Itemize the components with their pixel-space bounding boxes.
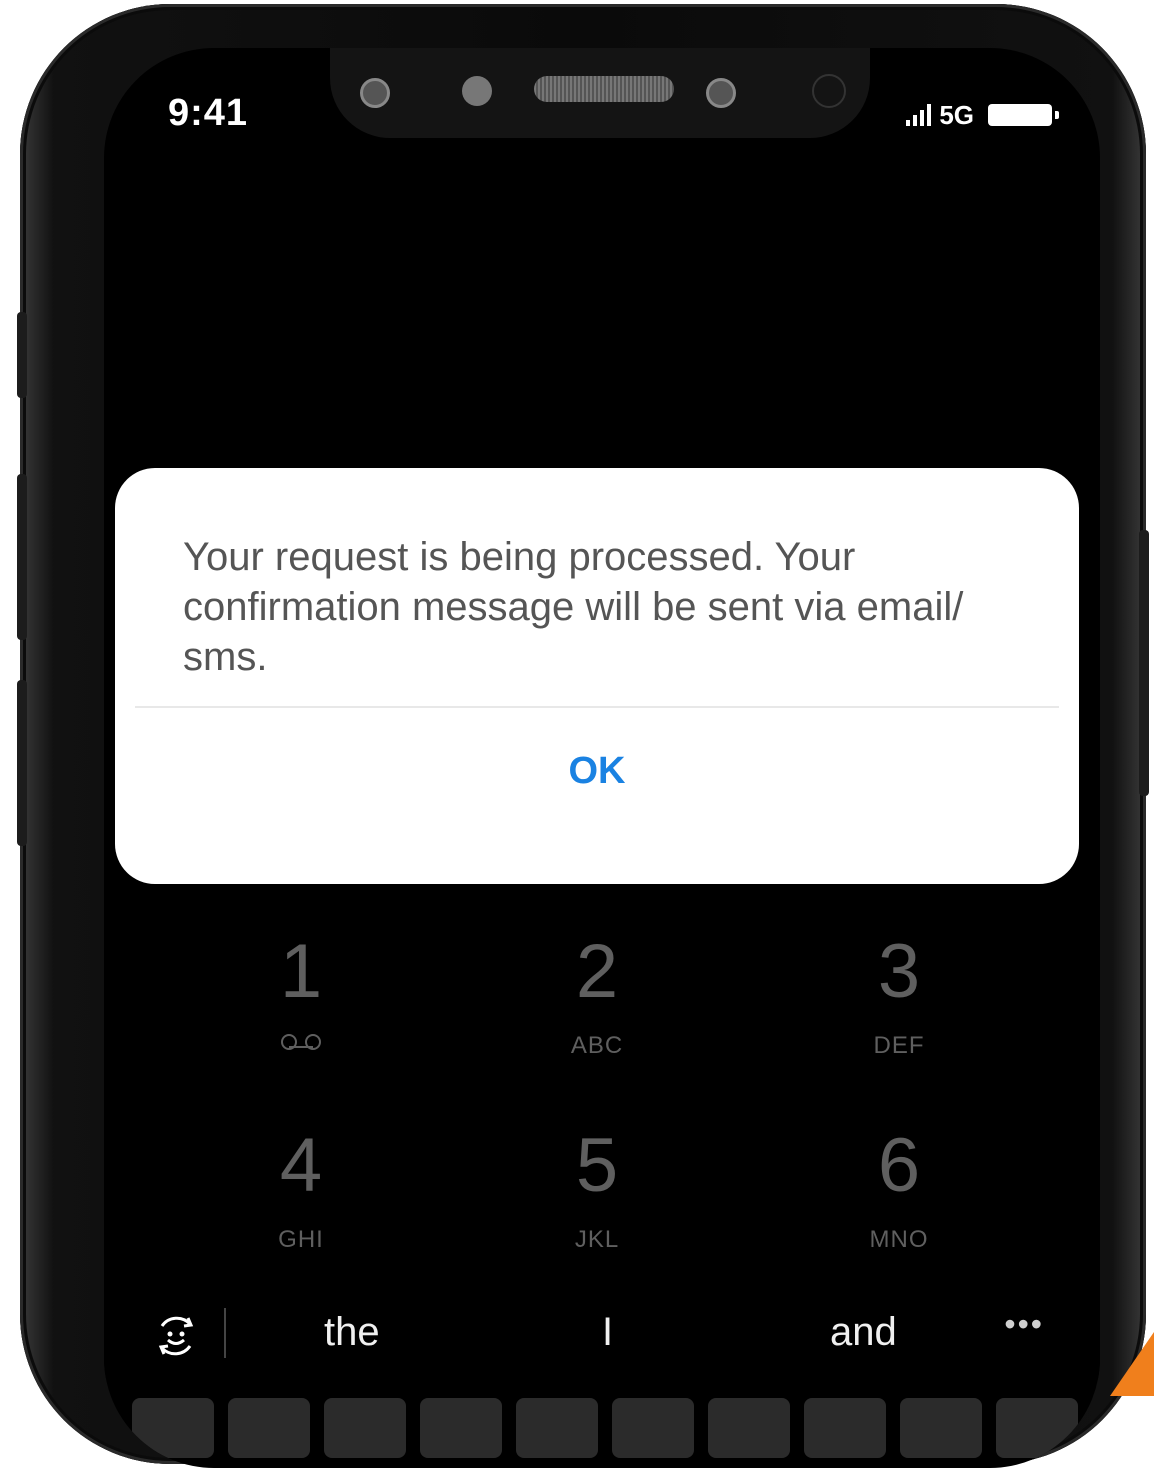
keyboard-key[interactable] — [420, 1398, 502, 1458]
keyboard-key[interactable] — [612, 1398, 694, 1458]
sensor-right — [706, 78, 736, 108]
dial-key-letters: DEF — [873, 1032, 925, 1059]
suggestion-separator — [224, 1308, 226, 1358]
dial-key-digit: 6 — [877, 1123, 921, 1208]
dial-key-digit: 4 — [279, 1123, 323, 1208]
suggestion-word[interactable]: and — [830, 1310, 897, 1355]
dial-key-3[interactable]: 3 DEF — [749, 934, 1049, 1060]
dial-key-letters: ABC — [570, 1032, 624, 1059]
keyboard-key[interactable] — [228, 1398, 310, 1458]
front-camera — [462, 76, 492, 106]
network-type: 5G — [939, 99, 974, 130]
dial-key-letters: GHI — [278, 1226, 324, 1253]
dial-key-digit: 2 — [575, 929, 619, 1014]
dial-key-4[interactable]: 4 GHI — [151, 1128, 451, 1254]
keyboard-key[interactable] — [324, 1398, 406, 1458]
keyboard-key[interactable] — [900, 1398, 982, 1458]
mute-switch — [17, 312, 27, 398]
keyboard-key[interactable] — [804, 1398, 886, 1458]
dial-key-1[interactable]: 1 — [151, 934, 451, 1055]
dialog-divider — [135, 706, 1059, 708]
dial-key-digit: 5 — [575, 1123, 619, 1208]
dial-key-digit: 3 — [877, 929, 921, 1014]
proximity-sensor — [812, 74, 846, 108]
keyboard-key-row — [104, 1398, 1100, 1458]
phone-screen: 9:41 5G 1 2 ABC 3 DEF 4 GHI 5 JKL 6 MNO … — [104, 48, 1100, 1468]
suggestion-word[interactable]: I — [602, 1310, 613, 1355]
dialog-message: Your request is being processed. Your co… — [183, 535, 964, 679]
dial-key-6[interactable]: 6 MNO — [749, 1128, 1049, 1254]
corner-accent — [1110, 1332, 1154, 1396]
notch — [330, 48, 870, 138]
confirmation-dialog: Your request is being processed. Your co… — [115, 468, 1079, 884]
status-time: 9:41 — [168, 92, 249, 134]
dial-key-2[interactable]: 2 ABC — [447, 934, 747, 1060]
dial-key-digit: 1 — [279, 929, 323, 1014]
earpiece-speaker — [534, 76, 674, 102]
suggestion-word[interactable]: the — [324, 1310, 380, 1355]
sensor-left — [360, 78, 390, 108]
emoji-switch-icon[interactable] — [152, 1312, 200, 1360]
volume-down-button — [17, 680, 27, 846]
phone-frame: 9:41 5G 1 2 ABC 3 DEF 4 GHI 5 JKL 6 MNO … — [17, 4, 1149, 1468]
signal-bars-icon — [906, 104, 932, 126]
battery-icon — [988, 104, 1059, 126]
ellipsis-icon[interactable]: ••• — [1004, 1306, 1044, 1343]
volume-up-button — [17, 474, 27, 640]
status-indicators: 5G — [906, 98, 1059, 132]
keyboard-key[interactable] — [708, 1398, 790, 1458]
keyboard-key[interactable] — [516, 1398, 598, 1458]
dial-key-letters: MNO — [869, 1226, 929, 1253]
dial-key-letters: JKL — [574, 1226, 620, 1253]
keyboard-key[interactable] — [996, 1398, 1078, 1458]
ok-button[interactable]: OK — [135, 712, 1059, 830]
power-button — [1139, 530, 1149, 796]
voicemail-icon — [279, 1034, 323, 1050]
dial-key-5[interactable]: 5 JKL — [447, 1128, 747, 1254]
keyboard-key[interactable] — [132, 1398, 214, 1458]
keyboard-suggestion-bar: the I and ••• — [104, 1288, 1100, 1378]
